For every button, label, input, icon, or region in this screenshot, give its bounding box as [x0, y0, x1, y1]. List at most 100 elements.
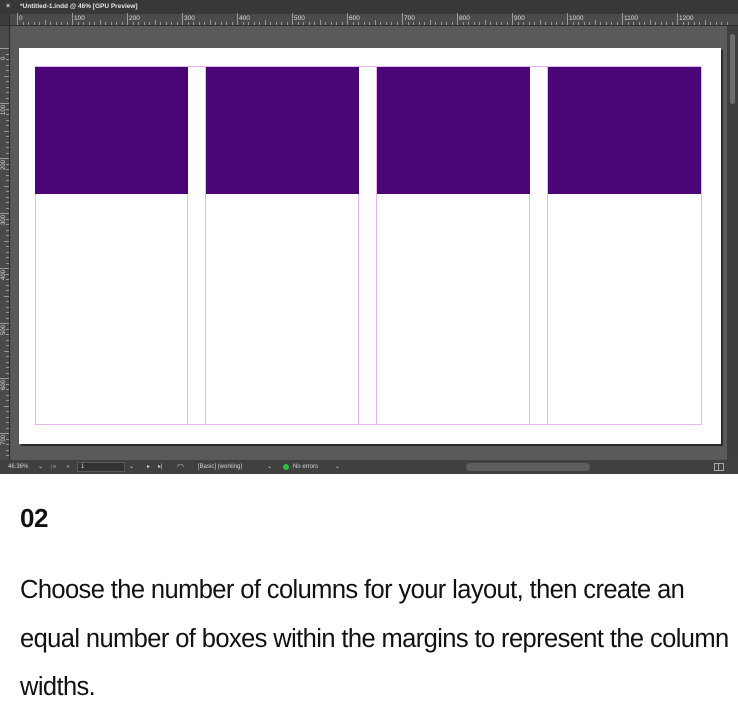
- ruler-label: 900: [514, 15, 525, 22]
- column-box-1[interactable]: [35, 67, 188, 194]
- ruler-tick: [435, 22, 436, 25]
- last-page-icon[interactable]: ▸|: [158, 460, 163, 474]
- ruler-tick: [6, 416, 9, 418]
- ruler-tick: [132, 22, 134, 25]
- ruler-tick: [6, 86, 9, 88]
- ruler-tick: [270, 22, 271, 25]
- horizontal-ruler[interactable]: 0 100 200 300 400 500 600 700 800 900 1000 1100 1200: [10, 13, 738, 26]
- ruler-tick: [143, 22, 145, 25]
- panel-toggle-icon[interactable]: [714, 463, 724, 471]
- ruler-tick: [6, 163, 9, 165]
- ruler-tick: [413, 22, 414, 25]
- ruler-tick: [0, 268, 9, 269]
- page-number-value: 1: [81, 464, 85, 470]
- vertical-scrollbar[interactable]: [727, 26, 738, 460]
- horizontal-scroll-thumb[interactable]: [466, 463, 590, 471]
- preflight-status[interactable]: No errors: [293, 460, 318, 474]
- document-page[interactable]: [19, 48, 721, 444]
- ruler-tick: [6, 317, 9, 319]
- ruler-tick: [407, 22, 409, 25]
- ruler-tick: [319, 20, 321, 25]
- ruler-tick: [4, 240, 9, 242]
- ruler-tick: [99, 20, 101, 25]
- ruler-tick: [0, 48, 9, 49]
- previous-page-icon[interactable]: ◂: [66, 460, 69, 474]
- vertical-ruler[interactable]: 0 100 200 300 400 500 600 700: [0, 26, 10, 460]
- column-box-3[interactable]: [377, 67, 530, 194]
- ruler-tick: [644, 22, 645, 25]
- ruler-tick: [479, 22, 480, 25]
- ruler-tick: [495, 22, 497, 25]
- ruler-tick: [556, 22, 557, 25]
- profile-chevron-down-icon[interactable]: ⌄: [267, 460, 272, 474]
- ruler-tick: [506, 22, 508, 25]
- ruler-tick: [88, 22, 90, 25]
- ruler-tick: [6, 180, 9, 181]
- ruler-tick: [6, 427, 9, 429]
- page-number-field[interactable]: 1: [77, 462, 125, 472]
- ruler-label: 1000: [569, 15, 584, 22]
- ruler-tick: [6, 361, 9, 363]
- zoom-level[interactable]: 46.36%: [8, 460, 28, 474]
- ruler-label: 700: [404, 15, 415, 22]
- ruler-tick: [72, 13, 73, 25]
- preflight-chevron-down-icon[interactable]: ⌄: [335, 460, 340, 474]
- ruler-tick: [6, 444, 9, 445]
- ruler-label: 400: [239, 15, 250, 22]
- ruler-tick: [264, 20, 266, 25]
- next-page-icon[interactable]: ▸: [147, 460, 150, 474]
- ruler-tick: [149, 22, 150, 25]
- ruler-tick: [6, 246, 9, 247]
- preflight-profile[interactable]: [Basic] (working): [198, 460, 242, 474]
- preflight-toggle-icon[interactable]: ◠: [177, 460, 184, 474]
- instruction-text: Choose the number of columns for your la…: [20, 576, 729, 701]
- ruler-tick: [209, 20, 211, 25]
- column-box-2[interactable]: [206, 67, 359, 194]
- ruler-tick: [572, 22, 574, 25]
- ruler-tick: [578, 22, 579, 25]
- ruler-tick: [633, 22, 634, 25]
- ruler-tick: [0, 213, 9, 214]
- ruler-tick: [6, 136, 9, 137]
- ruler-tick: [605, 22, 607, 25]
- ruler-label: 800: [459, 15, 470, 22]
- ruler-origin-corner[interactable]: [0, 14, 10, 26]
- ruler-tick: [281, 22, 282, 25]
- ruler-tick: [39, 22, 40, 25]
- close-icon[interactable]: ×: [4, 0, 12, 14]
- first-page-icon[interactable]: |◂: [51, 460, 56, 474]
- ruler-tick: [473, 22, 475, 25]
- ruler-tick: [545, 22, 546, 25]
- ruler-tick: [567, 13, 568, 25]
- ruler-tick: [6, 372, 9, 374]
- ruler-tick: [6, 218, 9, 220]
- ruler-tick: [638, 22, 640, 25]
- ruler-tick: [303, 22, 304, 25]
- document-tab-title[interactable]: *Untitled-1.indd @ 46% [GPU Preview]: [20, 0, 138, 14]
- ruler-tick: [6, 202, 9, 203]
- page-chevron-down-icon[interactable]: ⌄: [129, 460, 134, 474]
- ruler-tick: [600, 22, 601, 25]
- ruler-tick: [726, 22, 728, 25]
- ruler-tick: [341, 22, 343, 25]
- ruler-tick: [6, 290, 9, 291]
- ruler-tick: [187, 22, 189, 25]
- zoom-chevron-down-icon[interactable]: ⌄: [38, 460, 43, 474]
- ruler-tick: [248, 22, 249, 25]
- ruler-tick: [6, 174, 9, 176]
- ruler-tick: [6, 81, 9, 82]
- ruler-tick: [594, 20, 596, 25]
- vertical-scroll-thumb[interactable]: [730, 34, 735, 104]
- ruler-tick: [429, 20, 431, 25]
- ruler-tick: [440, 22, 442, 25]
- ruler-tick: [259, 22, 260, 25]
- ruler-tick: [6, 411, 9, 412]
- ruler-tick: [616, 22, 618, 25]
- ruler-tick: [165, 22, 167, 25]
- ruler-tick: [6, 207, 9, 209]
- ruler-tick: [6, 64, 9, 66]
- ruler-tick: [677, 13, 678, 25]
- column-box-4[interactable]: [548, 67, 701, 194]
- ruler-tick: [6, 169, 9, 170]
- ruler-tick: [6, 119, 9, 121]
